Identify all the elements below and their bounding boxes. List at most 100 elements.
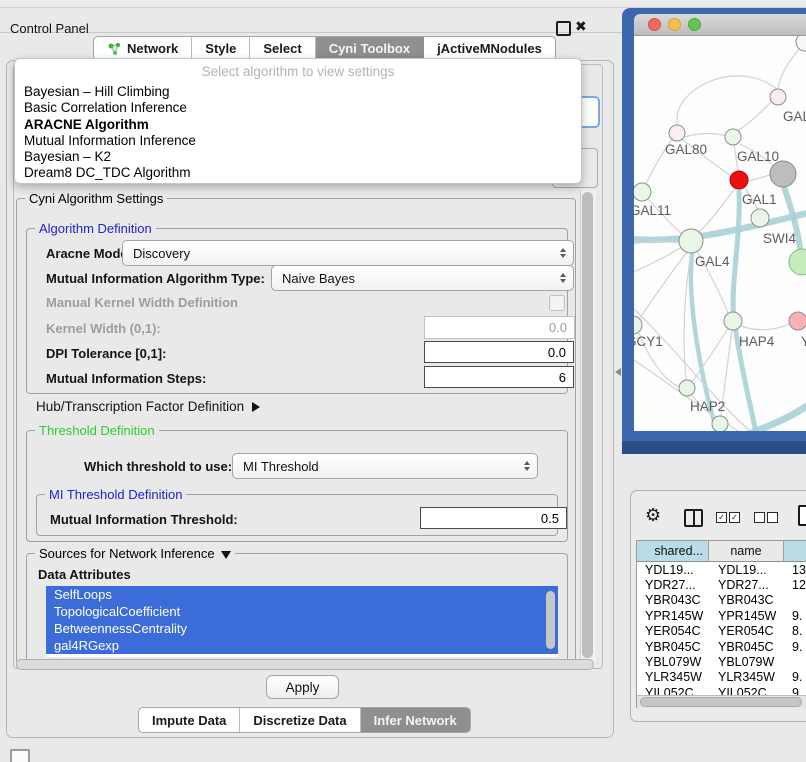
- data-attribute-item[interactable]: TopologicalCoefficient: [46, 603, 558, 620]
- network-node[interactable]: [724, 312, 742, 330]
- table-horizontal-scrollbar-thumb[interactable]: [640, 697, 802, 707]
- grid-mode-icon[interactable]: [10, 749, 30, 762]
- desktop-background: [622, 441, 806, 454]
- tab-network[interactable]: Network: [94, 37, 192, 60]
- network-node[interactable]: [789, 312, 806, 330]
- network-node[interactable]: [796, 36, 806, 51]
- close-panel-icon[interactable]: ✖: [575, 18, 587, 35]
- unchecked-checkbox-icon[interactable]: [767, 512, 778, 523]
- table-row[interactable]: YBR045CYBR045C9.: [637, 639, 806, 654]
- hub-definition-toggle[interactable]: Hub/Transcription Factor Definition: [36, 399, 260, 414]
- checked-checkbox-icon[interactable]: ✓: [729, 512, 740, 523]
- close-window-icon[interactable]: [648, 18, 661, 31]
- tab-infer-network-label: Infer Network: [374, 713, 457, 728]
- document-icon[interactable]: [798, 505, 806, 526]
- hub-definition-label: Hub/Transcription Factor Definition: [36, 399, 244, 414]
- table-row[interactable]: YBL079WYBL079W: [637, 654, 806, 669]
- network-node[interactable]: [770, 89, 786, 105]
- table-cell: YER054C: [709, 624, 784, 638]
- tab-style[interactable]: Style: [192, 37, 250, 60]
- tab-jactivemnodules[interactable]: jActiveMNodules: [424, 37, 555, 60]
- network-node-label: GAL11: [634, 203, 671, 218]
- algorithm-option[interactable]: ARACNE Algorithm: [15, 117, 581, 133]
- column-layout-icon[interactable]: [684, 509, 703, 527]
- data-attributes-list[interactable]: SelfLoopsTopologicalCoefficientBetweenne…: [46, 586, 558, 657]
- mi-threshold-value: 0.5: [541, 511, 559, 526]
- table-row[interactable]: YBR043CYBR043C: [637, 593, 806, 608]
- column-header-extra[interactable]: [784, 541, 806, 561]
- tab-discretize-data[interactable]: Discretize Data: [240, 708, 360, 732]
- tab-impute-data[interactable]: Impute Data: [139, 708, 240, 732]
- network-node[interactable]: [634, 183, 651, 201]
- combo-arrows-icon: [524, 461, 530, 471]
- mi-threshold-input[interactable]: 0.5: [420, 507, 567, 529]
- tab-select[interactable]: Select: [250, 37, 315, 60]
- table-cell: YLR345W: [709, 670, 784, 684]
- apply-button[interactable]: Apply: [266, 675, 339, 699]
- table-settings-gear-icon[interactable]: ⚙: [645, 506, 661, 524]
- tab-network-label: Network: [127, 41, 178, 56]
- algorithm-option[interactable]: Bayesian – Hill Climbing: [15, 84, 581, 100]
- tab-discretize-data-label: Discretize Data: [253, 713, 346, 728]
- network-node[interactable]: [634, 316, 642, 334]
- network-node[interactable]: [725, 129, 741, 145]
- network-node-label: HAP2: [690, 399, 725, 414]
- manual-kernel-checkbox[interactable]: [549, 295, 565, 311]
- column-header-name[interactable]: name: [709, 541, 784, 561]
- tab-cyni-toolbox[interactable]: Cyni Toolbox: [316, 37, 424, 60]
- dpi-tolerance-value: 0.0: [548, 345, 566, 360]
- network-node[interactable]: [751, 209, 769, 227]
- data-attribute-item[interactable]: gal4RGexp: [46, 637, 558, 654]
- algorithm-option[interactable]: Bayesian – K2: [15, 149, 581, 165]
- algorithm-dropdown-popup: Select algorithm to view settings Bayesi…: [14, 58, 582, 184]
- network-canvas[interactable]: GALGAL80GAL10GAL1GAL11SWI4GAL4GCY1HAP4YH…: [634, 36, 806, 431]
- minimize-window-icon[interactable]: [668, 18, 681, 31]
- network-window-titlebar[interactable]: [634, 14, 806, 36]
- mi-steps-value: 6: [559, 370, 566, 385]
- mi-type-combo[interactable]: Naive Bayes: [271, 265, 574, 291]
- unchecked-checkbox-icon[interactable]: [754, 512, 765, 523]
- data-attribute-item[interactable]: SelfLoops: [46, 586, 558, 603]
- network-node-label: HAP4: [739, 334, 775, 349]
- table-row[interactable]: YER054CYER054C8.: [637, 624, 806, 639]
- settings-horizontal-scrollbar[interactable]: [16, 659, 594, 670]
- table-row[interactable]: YPR145WYPR145W9.: [637, 608, 806, 623]
- network-node[interactable]: [669, 125, 685, 141]
- network-icon: [107, 42, 122, 56]
- network-node[interactable]: [770, 161, 796, 187]
- checked-checkbox-icon[interactable]: ✓: [716, 512, 727, 523]
- network-node[interactable]: [789, 249, 806, 275]
- table-row[interactable]: YDL19...YDL19...13: [637, 562, 806, 577]
- aracne-mode-value: Discovery: [133, 246, 190, 261]
- table-cell: YDL19...: [709, 563, 784, 577]
- network-node[interactable]: [712, 416, 728, 431]
- data-attribute-item[interactable]: BetweennessCentrality: [46, 620, 558, 637]
- dpi-tolerance-input[interactable]: 0.0: [424, 341, 574, 363]
- table-row[interactable]: YDR27...YDR27...12: [637, 577, 806, 592]
- table-cell: YBR043C: [709, 593, 784, 607]
- algorithm-option[interactable]: Mutual Information Inference: [15, 133, 581, 149]
- maximize-window-icon[interactable]: [688, 18, 701, 31]
- tab-infer-network[interactable]: Infer Network: [361, 708, 470, 732]
- kernel-width-label: Kernel Width (0,1):: [46, 321, 161, 336]
- algorithm-option[interactable]: Dream8 DC_TDC Algorithm: [15, 165, 581, 181]
- splitter-collapse-arrow[interactable]: [615, 368, 621, 376]
- mi-threshold-group-title: MI Threshold Definition: [45, 487, 186, 502]
- which-threshold-combo[interactable]: MI Threshold: [232, 453, 538, 479]
- table-cell: YLR345W: [637, 670, 709, 684]
- network-node[interactable]: [679, 380, 695, 396]
- table-cell: 9.: [784, 640, 806, 654]
- sources-group-title[interactable]: Sources for Network Inference: [35, 546, 235, 561]
- network-node[interactable]: [730, 171, 748, 189]
- aracne-mode-combo[interactable]: Discovery: [122, 240, 574, 266]
- settings-vertical-scrollbar-thumb[interactable]: [582, 192, 593, 658]
- window-top-strip: [0, 0, 806, 8]
- algorithm-option[interactable]: Basic Correlation Inference: [15, 100, 581, 116]
- mi-steps-input[interactable]: 6: [424, 366, 574, 388]
- network-node[interactable]: [679, 229, 703, 253]
- table-row[interactable]: YLR345WYLR345W9.: [637, 670, 806, 685]
- table-cell: YDL19...: [637, 563, 709, 577]
- float-panel-icon[interactable]: [556, 21, 571, 36]
- column-header-shared[interactable]: shared...: [637, 541, 709, 561]
- attributes-scrollbar[interactable]: [546, 591, 555, 649]
